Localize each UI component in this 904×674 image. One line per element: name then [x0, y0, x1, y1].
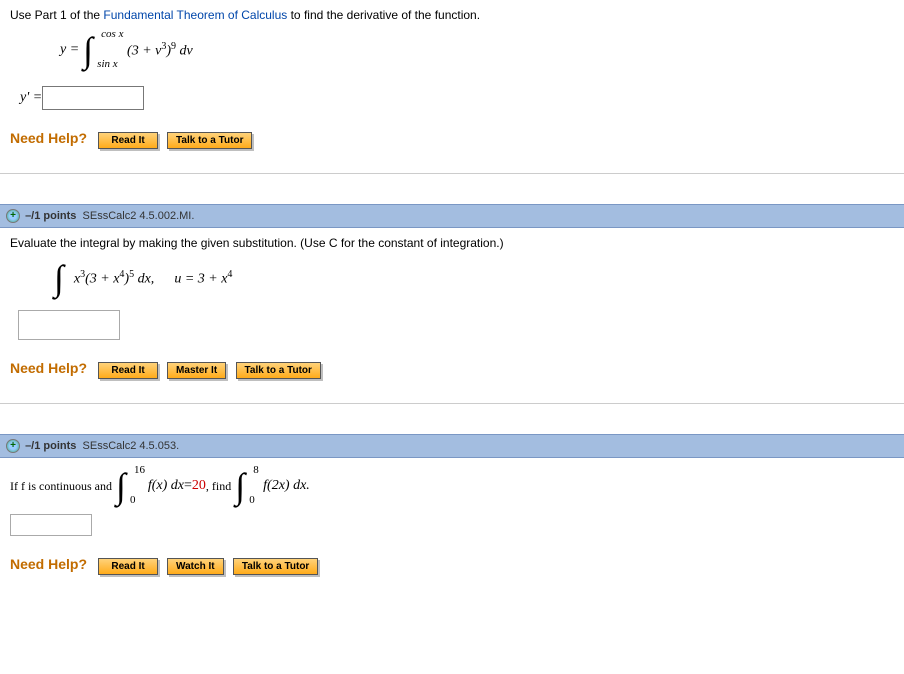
expand-icon[interactable]: + [6, 439, 20, 453]
points-label: –/1 points [25, 210, 76, 222]
find-text: , find [206, 479, 231, 494]
lower-limit: 0 [249, 494, 255, 506]
substitution: u = 3 + x4 [174, 269, 232, 288]
yprime-label: y' = [20, 90, 42, 106]
lower-limit: sin x [97, 58, 117, 70]
lower-limit: 0 [130, 494, 136, 506]
integrand: x3(3 + x4)5 dx, [74, 269, 154, 288]
expand-icon[interactable]: + [6, 209, 20, 223]
upper-limit: 8 [253, 464, 259, 476]
points-label: –/1 points [25, 440, 76, 452]
watch-it-button[interactable]: Watch It [167, 558, 224, 575]
given-value: 20 [192, 478, 206, 494]
need-help-label: Need Help? [10, 556, 87, 572]
read-it-button[interactable]: Read It [98, 558, 157, 575]
integrand: (3 + v3)9 dv [127, 41, 193, 60]
reference-label: SEssCalc2 4.5.053. [83, 440, 180, 452]
q1-prompt: Use Part 1 of the Fundamental Theorem of… [10, 8, 894, 22]
talk-tutor-button[interactable]: Talk to a Tutor [167, 132, 252, 149]
read-it-button[interactable]: Read It [98, 132, 157, 149]
question-2: Evaluate the integral by making the give… [0, 228, 904, 403]
q3-answer-input[interactable] [10, 514, 92, 536]
y-label: y = [60, 42, 79, 58]
upper-limit: cos x [101, 28, 123, 40]
q1-answer-input[interactable] [42, 86, 144, 110]
text: Use Part 1 of the [10, 8, 103, 22]
q3-header: + –/1 points SEssCalc2 4.5.053. [0, 434, 904, 458]
integral-1: ∫ 16 0 [116, 468, 126, 504]
q1-help-row: Need Help? Read It Talk to a Tutor [10, 130, 894, 149]
q1-equation: y = ∫ cos x sin x (3 + v3)9 dv [60, 32, 894, 68]
equals: = [184, 478, 192, 494]
master-it-button[interactable]: Master It [167, 362, 226, 379]
integrand-1: f(x) dx [148, 478, 184, 494]
q3-equation: If f is continuous and ∫ 16 0 f(x) dx = … [0, 458, 904, 514]
integral-symbol: ∫ [54, 260, 64, 296]
talk-tutor-button[interactable]: Talk to a Tutor [236, 362, 321, 379]
integrand-2: f(2x) dx. [263, 478, 310, 494]
q2-header: + –/1 points SEssCalc2 4.5.002.MI. [0, 204, 904, 228]
text: to find the derivative of the function. [287, 8, 480, 22]
upper-limit: 16 [134, 464, 145, 476]
need-help-label: Need Help? [10, 360, 87, 376]
q2-answer-input[interactable] [18, 310, 120, 340]
integral-2: ∫ 8 0 [235, 468, 245, 504]
reference-label: SEssCalc2 4.5.002.MI. [83, 210, 195, 222]
need-help-label: Need Help? [10, 130, 87, 146]
ftc-link[interactable]: Fundamental Theorem of Calculus [103, 8, 287, 22]
read-it-button[interactable]: Read It [98, 362, 157, 379]
text: If f is continuous and [10, 479, 112, 494]
question-1: Use Part 1 of the Fundamental Theorem of… [0, 0, 904, 173]
q3-help-row: Need Help? Read It Watch It Talk to a Tu… [0, 556, 904, 591]
question-3: If f is continuous and ∫ 16 0 f(x) dx = … [0, 458, 904, 591]
talk-tutor-button[interactable]: Talk to a Tutor [233, 558, 318, 575]
q2-equation: ∫ x3(3 + x4)5 dx, u = 3 + x4 [50, 260, 894, 296]
q2-prompt: Evaluate the integral by making the give… [10, 236, 894, 250]
integral-symbol: ∫ cos x sin x [83, 32, 93, 68]
q1-answer-row: y' = [20, 86, 894, 110]
q2-help-row: Need Help? Read It Master It Talk to a T… [10, 360, 894, 379]
